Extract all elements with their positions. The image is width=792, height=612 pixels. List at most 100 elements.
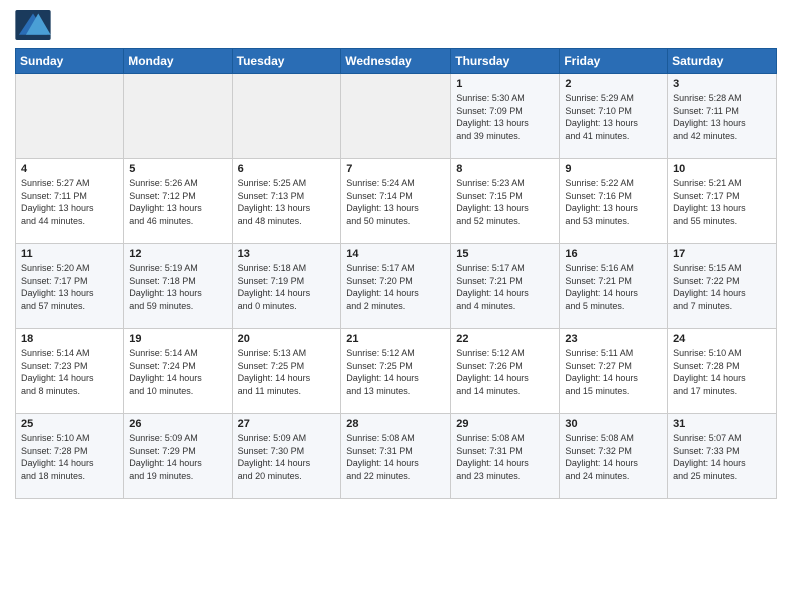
cell-content: Sunrise: 5:09 AM Sunset: 7:30 PM Dayligh… bbox=[238, 432, 336, 482]
cell-content: Sunrise: 5:22 AM Sunset: 7:16 PM Dayligh… bbox=[565, 177, 662, 227]
header-sunday: Sunday bbox=[16, 49, 124, 74]
calendar-cell bbox=[341, 74, 451, 159]
cell-content: Sunrise: 5:10 AM Sunset: 7:28 PM Dayligh… bbox=[21, 432, 118, 482]
calendar-cell: 28 Sunrise: 5:08 AM Sunset: 7:31 PM Dayli… bbox=[341, 414, 451, 499]
calendar-cell bbox=[124, 74, 232, 159]
calendar-cell: 2 Sunrise: 5:29 AM Sunset: 7:10 PM Daylig… bbox=[560, 74, 668, 159]
header-tuesday: Tuesday bbox=[232, 49, 341, 74]
calendar-cell: 27 Sunrise: 5:09 AM Sunset: 7:30 PM Dayli… bbox=[232, 414, 341, 499]
calendar-table: SundayMondayTuesdayWednesdayThursdayFrid… bbox=[15, 48, 777, 499]
cell-content: Sunrise: 5:15 AM Sunset: 7:22 PM Dayligh… bbox=[673, 262, 771, 312]
calendar-cell: 30Sunrise: 5:08 AM Sunset: 7:32 PM Dayli… bbox=[560, 414, 668, 499]
day-number: 22 bbox=[456, 333, 554, 345]
day-number: 5 bbox=[129, 163, 226, 175]
header-monday: Monday bbox=[124, 49, 232, 74]
day-number: 23 bbox=[565, 333, 662, 345]
day-number: 7 bbox=[346, 163, 445, 175]
logo bbox=[15, 10, 55, 40]
cell-content: Sunrise: 5:17 AM Sunset: 7:21 PM Dayligh… bbox=[456, 262, 554, 312]
day-number: 16 bbox=[565, 248, 662, 260]
cell-content: Sunrise: 5:27 AM Sunset: 7:11 PM Dayligh… bbox=[21, 177, 118, 227]
calendar-cell: 24 Sunrise: 5:10 AM Sunset: 7:28 PM Dayli… bbox=[668, 329, 777, 414]
calendar-body: 1Sunrise: 5:30 AM Sunset: 7:09 PM Daylig… bbox=[16, 74, 777, 499]
calendar-cell bbox=[232, 74, 341, 159]
header-friday: Friday bbox=[560, 49, 668, 74]
calendar-cell: 14 Sunrise: 5:17 AM Sunset: 7:20 PM Dayli… bbox=[341, 244, 451, 329]
week-row-2: 11 Sunrise: 5:20 AM Sunset: 7:17 PM Dayli… bbox=[16, 244, 777, 329]
calendar-cell: 9Sunrise: 5:22 AM Sunset: 7:16 PM Daylig… bbox=[560, 159, 668, 244]
calendar-cell: 4 Sunrise: 5:27 AM Sunset: 7:11 PM Daylig… bbox=[16, 159, 124, 244]
day-number: 3 bbox=[673, 78, 771, 90]
cell-content: Sunrise: 5:19 AM Sunset: 7:18 PM Dayligh… bbox=[129, 262, 226, 312]
cell-content: Sunrise: 5:11 AM Sunset: 7:27 PM Dayligh… bbox=[565, 347, 662, 397]
calendar-cell: 11 Sunrise: 5:20 AM Sunset: 7:17 PM Dayli… bbox=[16, 244, 124, 329]
day-number: 27 bbox=[238, 418, 336, 430]
cell-content: Sunrise: 5:29 AM Sunset: 7:10 PM Dayligh… bbox=[565, 92, 662, 142]
day-number: 4 bbox=[21, 163, 118, 175]
calendar-cell: 26 Sunrise: 5:09 AM Sunset: 7:29 PM Dayli… bbox=[124, 414, 232, 499]
week-row-1: 4 Sunrise: 5:27 AM Sunset: 7:11 PM Daylig… bbox=[16, 159, 777, 244]
day-number: 29 bbox=[456, 418, 554, 430]
week-row-0: 1Sunrise: 5:30 AM Sunset: 7:09 PM Daylig… bbox=[16, 74, 777, 159]
day-number: 15 bbox=[456, 248, 554, 260]
calendar-cell bbox=[16, 74, 124, 159]
cell-content: Sunrise: 5:14 AM Sunset: 7:24 PM Dayligh… bbox=[129, 347, 226, 397]
calendar-cell: 19Sunrise: 5:14 AM Sunset: 7:24 PM Dayli… bbox=[124, 329, 232, 414]
day-number: 14 bbox=[346, 248, 445, 260]
cell-content: Sunrise: 5:18 AM Sunset: 7:19 PM Dayligh… bbox=[238, 262, 336, 312]
day-number: 26 bbox=[129, 418, 226, 430]
day-number: 18 bbox=[21, 333, 118, 345]
cell-content: Sunrise: 5:24 AM Sunset: 7:14 PM Dayligh… bbox=[346, 177, 445, 227]
cell-content: Sunrise: 5:25 AM Sunset: 7:13 PM Dayligh… bbox=[238, 177, 336, 227]
header-saturday: Saturday bbox=[668, 49, 777, 74]
calendar-cell: 3 Sunrise: 5:28 AM Sunset: 7:11 PM Daylig… bbox=[668, 74, 777, 159]
cell-content: Sunrise: 5:20 AM Sunset: 7:17 PM Dayligh… bbox=[21, 262, 118, 312]
cell-content: Sunrise: 5:13 AM Sunset: 7:25 PM Dayligh… bbox=[238, 347, 336, 397]
page-header bbox=[15, 10, 777, 40]
day-number: 28 bbox=[346, 418, 445, 430]
day-number: 13 bbox=[238, 248, 336, 260]
day-number: 11 bbox=[21, 248, 118, 260]
calendar-cell: 16 Sunrise: 5:16 AM Sunset: 7:21 PM Dayli… bbox=[560, 244, 668, 329]
cell-content: Sunrise: 5:12 AM Sunset: 7:25 PM Dayligh… bbox=[346, 347, 445, 397]
cell-content: Sunrise: 5:07 AM Sunset: 7:33 PM Dayligh… bbox=[673, 432, 771, 482]
day-number: 21 bbox=[346, 333, 445, 345]
calendar-cell: 17Sunrise: 5:15 AM Sunset: 7:22 PM Dayli… bbox=[668, 244, 777, 329]
cell-content: Sunrise: 5:12 AM Sunset: 7:26 PM Dayligh… bbox=[456, 347, 554, 397]
calendar-cell: 6 Sunrise: 5:25 AM Sunset: 7:13 PM Daylig… bbox=[232, 159, 341, 244]
header-row: SundayMondayTuesdayWednesdayThursdayFrid… bbox=[16, 49, 777, 74]
logo-icon bbox=[15, 10, 51, 40]
calendar-cell: 15 Sunrise: 5:17 AM Sunset: 7:21 PM Dayli… bbox=[451, 244, 560, 329]
cell-content: Sunrise: 5:16 AM Sunset: 7:21 PM Dayligh… bbox=[565, 262, 662, 312]
calendar-cell: 20 Sunrise: 5:13 AM Sunset: 7:25 PM Dayli… bbox=[232, 329, 341, 414]
header-wednesday: Wednesday bbox=[341, 49, 451, 74]
cell-content: Sunrise: 5:10 AM Sunset: 7:28 PM Dayligh… bbox=[673, 347, 771, 397]
cell-content: Sunrise: 5:17 AM Sunset: 7:20 PM Dayligh… bbox=[346, 262, 445, 312]
cell-content: Sunrise: 5:30 AM Sunset: 7:09 PM Dayligh… bbox=[456, 92, 554, 142]
cell-content: Sunrise: 5:08 AM Sunset: 7:31 PM Dayligh… bbox=[346, 432, 445, 482]
cell-content: Sunrise: 5:08 AM Sunset: 7:32 PM Dayligh… bbox=[565, 432, 662, 482]
week-row-3: 18Sunrise: 5:14 AM Sunset: 7:23 PM Dayli… bbox=[16, 329, 777, 414]
day-number: 2 bbox=[565, 78, 662, 90]
calendar-cell: 23 Sunrise: 5:11 AM Sunset: 7:27 PM Dayli… bbox=[560, 329, 668, 414]
day-number: 12 bbox=[129, 248, 226, 260]
calendar-cell: 13 Sunrise: 5:18 AM Sunset: 7:19 PM Dayli… bbox=[232, 244, 341, 329]
cell-content: Sunrise: 5:08 AM Sunset: 7:31 PM Dayligh… bbox=[456, 432, 554, 482]
day-number: 24 bbox=[673, 333, 771, 345]
cell-content: Sunrise: 5:09 AM Sunset: 7:29 PM Dayligh… bbox=[129, 432, 226, 482]
calendar-cell: 31 Sunrise: 5:07 AM Sunset: 7:33 PM Dayli… bbox=[668, 414, 777, 499]
calendar-cell: 7 Sunrise: 5:24 AM Sunset: 7:14 PM Daylig… bbox=[341, 159, 451, 244]
day-number: 6 bbox=[238, 163, 336, 175]
cell-content: Sunrise: 5:21 AM Sunset: 7:17 PM Dayligh… bbox=[673, 177, 771, 227]
calendar-header: SundayMondayTuesdayWednesdayThursdayFrid… bbox=[16, 49, 777, 74]
cell-content: Sunrise: 5:28 AM Sunset: 7:11 PM Dayligh… bbox=[673, 92, 771, 142]
calendar-cell: 8Sunrise: 5:23 AM Sunset: 7:15 PM Daylig… bbox=[451, 159, 560, 244]
cell-content: Sunrise: 5:26 AM Sunset: 7:12 PM Dayligh… bbox=[129, 177, 226, 227]
day-number: 31 bbox=[673, 418, 771, 430]
cell-content: Sunrise: 5:23 AM Sunset: 7:15 PM Dayligh… bbox=[456, 177, 554, 227]
calendar-cell: 5 Sunrise: 5:26 AM Sunset: 7:12 PM Daylig… bbox=[124, 159, 232, 244]
calendar-cell: 18Sunrise: 5:14 AM Sunset: 7:23 PM Dayli… bbox=[16, 329, 124, 414]
calendar-cell: 29 Sunrise: 5:08 AM Sunset: 7:31 PM Dayli… bbox=[451, 414, 560, 499]
day-number: 20 bbox=[238, 333, 336, 345]
day-number: 10 bbox=[673, 163, 771, 175]
